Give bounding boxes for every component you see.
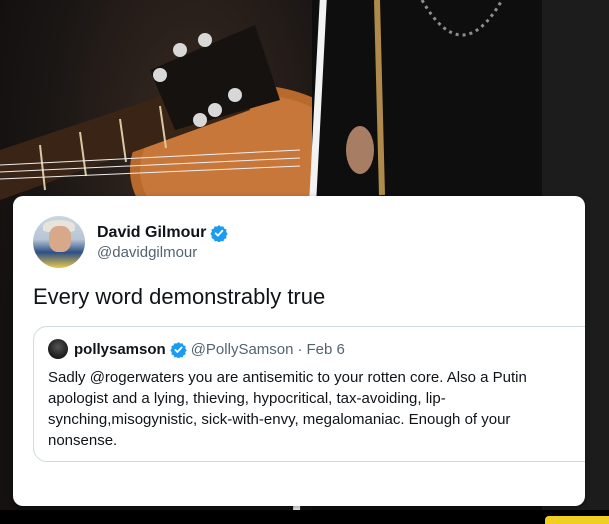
verified-badge-icon [210,224,229,242]
author-name-line: David Gilmour [97,224,229,242]
bottom-bar [0,510,609,524]
yellow-tab [545,516,609,524]
tweet-author-row: David Gilmour @davidgilmour [33,216,229,268]
tweet-text: Every word demonstrably true [33,284,326,309]
date-separator: · [297,340,303,358]
quoted-author-avatar[interactable] [48,339,68,359]
avatar-face [49,226,71,252]
quoted-author-handle[interactable]: @PollySamson [191,341,294,358]
author-meta: David Gilmour @davidgilmour [97,224,229,261]
quoted-tweet-header: pollysamson @PollySamson · Feb 6 [48,339,585,359]
quoted-tweet-date[interactable]: Feb 6 [306,341,344,358]
quoted-author-name[interactable]: pollysamson [74,341,166,358]
verified-badge-icon [169,341,187,358]
author-display-name[interactable]: David Gilmour [97,224,206,242]
screenshot-stage: David Gilmour @davidgilmour Every word d… [0,0,609,524]
author-handle[interactable]: @davidgilmour [97,244,228,261]
author-avatar[interactable] [33,216,85,268]
quoted-tweet-text: Sadly @rogerwaters you are antisemitic t… [48,369,527,449]
quoted-tweet[interactable]: pollysamson @PollySamson · Feb 6 Sadly @… [33,326,585,462]
tweet-card[interactable]: David Gilmour @davidgilmour Every word d… [13,196,585,506]
